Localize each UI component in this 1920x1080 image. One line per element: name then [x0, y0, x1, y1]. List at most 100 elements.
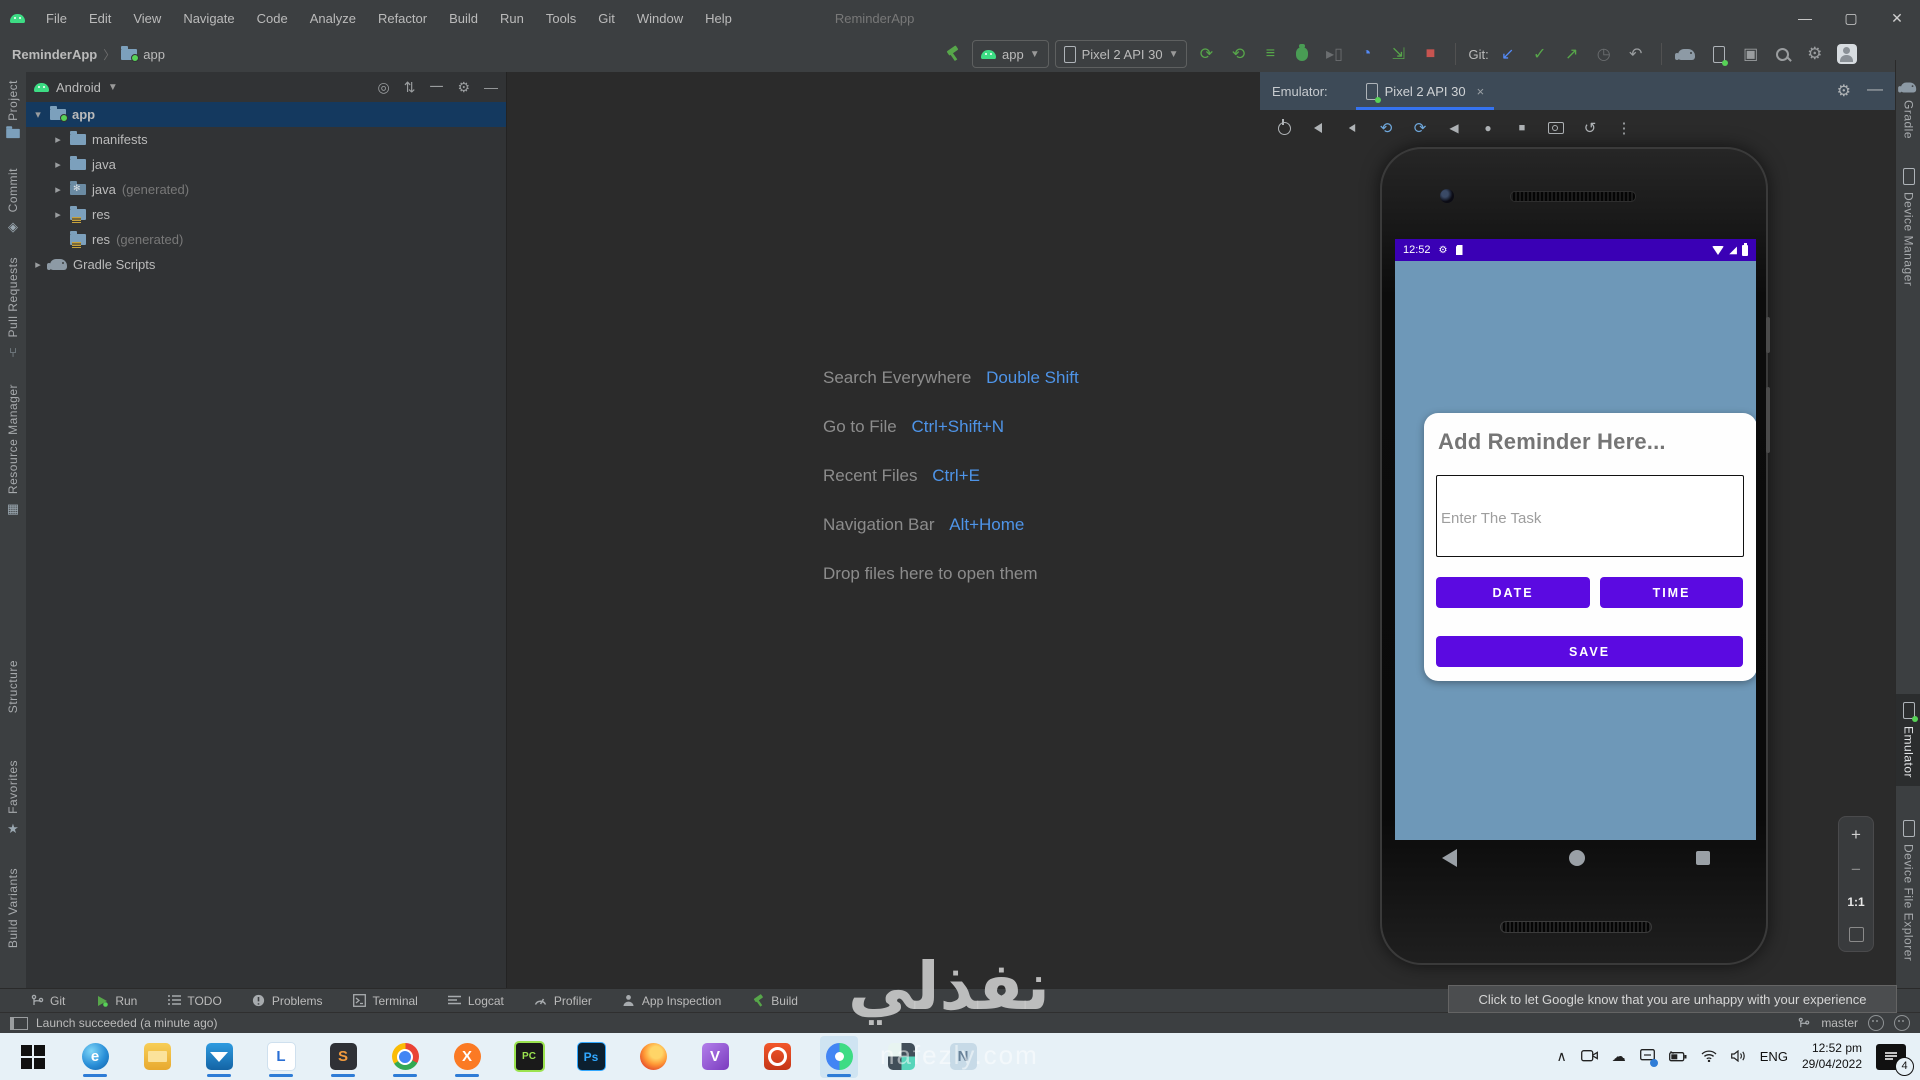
- tree-row-java-generated[interactable]: ▸ java (generated): [26, 177, 506, 202]
- taskbar-mail[interactable]: [200, 1036, 238, 1078]
- task-input-field[interactable]: Enter The Task: [1436, 475, 1744, 557]
- taskbar-photoshop[interactable]: Ps: [572, 1036, 610, 1078]
- menu-analyze[interactable]: Analyze: [301, 7, 365, 30]
- volume-down-icon[interactable]: [1340, 116, 1364, 140]
- menu-refactor[interactable]: Refactor: [369, 7, 436, 30]
- sidebar-tab-resource-manager[interactable]: Resource Manager ▦: [0, 384, 26, 517]
- apply-changes-button[interactable]: ⟲: [1225, 41, 1251, 67]
- menu-code[interactable]: Code: [248, 7, 297, 30]
- tree-row-gradle-scripts[interactable]: ▸ Gradle Scripts: [26, 252, 506, 277]
- settings-gear-icon[interactable]: ⚙: [1802, 41, 1828, 67]
- menu-run[interactable]: Run: [491, 7, 533, 30]
- chevron-collapsed-icon[interactable]: ▸: [32, 258, 44, 271]
- menu-help[interactable]: Help: [696, 7, 741, 30]
- profile-avatar[interactable]: [1834, 41, 1860, 67]
- sidebar-tab-project[interactable]: Project: [0, 80, 26, 139]
- git-branch-name[interactable]: master: [1821, 1016, 1858, 1030]
- debug-button[interactable]: [1289, 41, 1315, 67]
- tray-onedrive-icon[interactable]: ☁: [1612, 1048, 1626, 1065]
- minimize-window-button[interactable]: —: [1782, 0, 1828, 36]
- apply-code-changes-button[interactable]: ≡: [1257, 41, 1283, 67]
- tray-display-sync-icon[interactable]: [1640, 1049, 1655, 1065]
- device-select[interactable]: Pixel 2 API 30 ▼: [1055, 40, 1188, 68]
- feedback-happy-icon[interactable]: [1868, 1015, 1884, 1031]
- taskbar-android-studio[interactable]: [820, 1036, 858, 1078]
- hide-panel-icon[interactable]: —: [484, 79, 498, 95]
- expand-all-icon[interactable]: ⇅: [404, 79, 416, 96]
- tray-meet-now-icon[interactable]: [1581, 1049, 1598, 1065]
- build-hammer-icon[interactable]: [940, 41, 966, 67]
- menu-navigate[interactable]: Navigate: [174, 7, 243, 30]
- emulator-settings-gear-icon[interactable]: ⚙: [1837, 81, 1851, 101]
- taskbar-l-app[interactable]: L: [262, 1036, 300, 1078]
- git-rollback-button[interactable]: ↶: [1623, 41, 1649, 67]
- close-window-button[interactable]: ✕: [1874, 0, 1920, 36]
- menu-window[interactable]: Window: [628, 7, 692, 30]
- tree-row-java[interactable]: ▸ java: [26, 152, 506, 177]
- taskbar-sublime-text[interactable]: S: [324, 1036, 362, 1078]
- volume-up-icon[interactable]: [1306, 116, 1330, 140]
- snapshots-icon[interactable]: ↺: [1578, 116, 1602, 140]
- toolwindow-app-inspection[interactable]: App Inspection: [622, 994, 721, 1008]
- feedback-unhappy-icon[interactable]: [1894, 1015, 1910, 1031]
- sidebar-tab-structure[interactable]: Structure: [0, 660, 26, 713]
- sidebar-tab-device-manager[interactable]: Device Manager: [1896, 168, 1920, 286]
- more-options-kebab-icon[interactable]: ⋮: [1612, 116, 1636, 140]
- toolwindow-run[interactable]: Run: [95, 994, 137, 1008]
- tree-row-res[interactable]: ▸ res: [26, 202, 506, 227]
- menu-view[interactable]: View: [124, 7, 170, 30]
- taskbar-pycharm[interactable]: PC: [510, 1036, 548, 1078]
- toolwindow-terminal[interactable]: Terminal: [353, 994, 418, 1008]
- search-everywhere-icon[interactable]: [1770, 41, 1796, 67]
- sidebar-tab-pull-requests[interactable]: Pull Requests ⑂: [0, 257, 26, 360]
- stop-button[interactable]: ■: [1417, 41, 1443, 67]
- profiler-button[interactable]: ◔: [1353, 41, 1379, 67]
- tray-language-indicator[interactable]: ENG: [1760, 1049, 1788, 1064]
- breadcrumb-project[interactable]: ReminderApp: [12, 47, 97, 62]
- zoom-in-button[interactable]: +: [1851, 826, 1861, 843]
- toolwindow-build[interactable]: Build: [751, 994, 798, 1008]
- zoom-out-button[interactable]: −: [1851, 861, 1861, 878]
- nav-home-button[interactable]: [1569, 850, 1585, 866]
- save-button[interactable]: SAVE: [1436, 636, 1743, 667]
- tray-wifi-icon[interactable]: [1701, 1049, 1717, 1065]
- maximize-window-button[interactable]: ▢: [1828, 0, 1874, 36]
- sidebar-tab-device-file-explorer[interactable]: Device File Explorer: [1896, 820, 1920, 961]
- menu-edit[interactable]: Edit: [80, 7, 120, 30]
- panel-settings-gear-icon[interactable]: ⚙: [457, 79, 470, 96]
- zoom-ratio-button[interactable]: 1:1: [1847, 895, 1864, 909]
- fit-to-window-button[interactable]: [1849, 927, 1864, 942]
- locate-file-icon[interactable]: ◎: [377, 79, 389, 96]
- toolwindow-problems[interactable]: Problems: [252, 994, 323, 1008]
- tray-speaker-icon[interactable]: [1731, 1049, 1746, 1065]
- phone-screen[interactable]: 12:52 ⚙ ◢ Add Reminder Here... Enter The…: [1395, 239, 1756, 840]
- git-push-button[interactable]: ↗: [1559, 41, 1585, 67]
- run-button[interactable]: ⟳: [1193, 41, 1219, 67]
- project-view-selector[interactable]: Android: [56, 80, 101, 95]
- overview-button-icon[interactable]: ■: [1510, 116, 1534, 140]
- git-history-button[interactable]: ◷: [1591, 41, 1617, 67]
- tray-clock[interactable]: 12:52 pm 29/04/2022: [1802, 1041, 1862, 1072]
- emulator-device-tab[interactable]: Pixel 2 API 30 ×: [1356, 72, 1495, 110]
- nav-back-button[interactable]: [1442, 849, 1457, 867]
- toolwindow-logcat[interactable]: Logcat: [448, 994, 504, 1008]
- taskbar-office[interactable]: [758, 1036, 796, 1078]
- toolwindow-profiler[interactable]: Profiler: [534, 994, 592, 1008]
- sidebar-tab-gradle[interactable]: Gradle: [1896, 82, 1920, 139]
- power-button-icon[interactable]: [1272, 116, 1296, 140]
- device-manager-button[interactable]: [1706, 41, 1732, 67]
- sidebar-tab-favorites[interactable]: Favorites ★: [0, 760, 26, 837]
- notification-center-icon[interactable]: 4: [1876, 1044, 1906, 1070]
- time-button[interactable]: TIME: [1600, 577, 1743, 608]
- tool-window-switcher-icon[interactable]: [10, 1017, 28, 1030]
- rotate-right-icon[interactable]: ⟳: [1408, 116, 1432, 140]
- emulator-hide-panel-icon[interactable]: —: [1867, 81, 1883, 101]
- close-tab-icon[interactable]: ×: [1477, 84, 1485, 99]
- run-configuration-select[interactable]: app ▼: [972, 40, 1049, 68]
- chevron-collapsed-icon[interactable]: ▸: [52, 208, 64, 221]
- gradle-sync-button[interactable]: [1674, 41, 1700, 67]
- tray-chevron-up-icon[interactable]: ∧: [1557, 1048, 1567, 1065]
- date-button[interactable]: DATE: [1436, 577, 1590, 608]
- git-commit-button[interactable]: ✓: [1527, 41, 1553, 67]
- tray-battery-icon[interactable]: [1669, 1049, 1687, 1065]
